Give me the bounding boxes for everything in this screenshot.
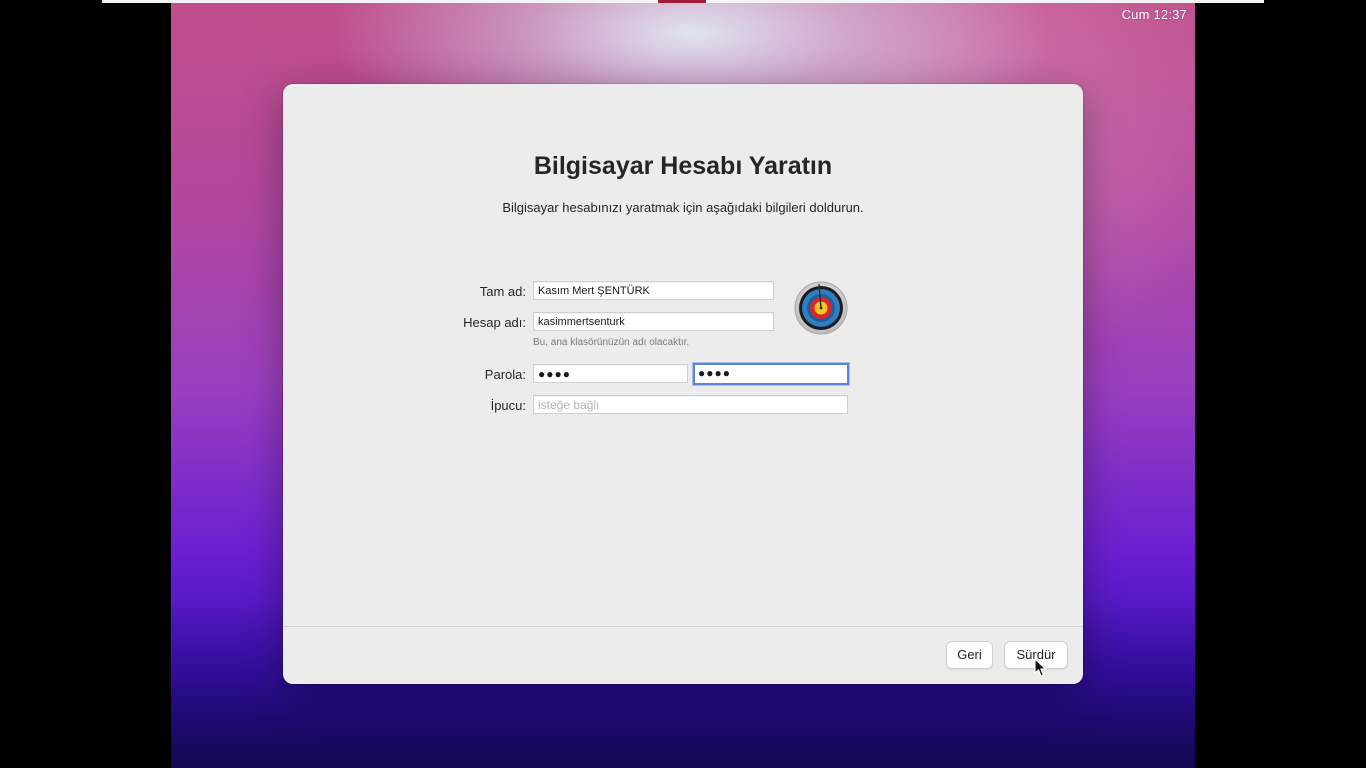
avatar-image (794, 281, 848, 335)
mouse-cursor-icon (1034, 658, 1047, 677)
setup-dialog: Bilgisayar Hesabı Yaratın Bilgisayar hes… (283, 84, 1083, 684)
hint-field[interactable]: isteğe bağlı (533, 395, 848, 414)
account-name-field[interactable]: kasimmertsenturk (533, 312, 774, 331)
password-label: Parola: (484, 367, 526, 382)
menu-bar-clock[interactable]: Cum 12:37 (1122, 7, 1187, 22)
account-name-hint: Bu, ana klasörünüzün adı olacaktır. (533, 337, 690, 348)
back-button[interactable]: Geri (946, 641, 993, 669)
screen: Cum 12:37 Bilgisayar Hesabı Yaratın Bilg… (0, 0, 1366, 768)
archery-target-icon[interactable] (794, 281, 848, 335)
hint-label: İpucu: (490, 398, 526, 413)
account-name-label: Hesap adı: (463, 315, 526, 330)
full-name-label: Tam ad: (479, 284, 526, 299)
password-field[interactable]: ●●●● (533, 364, 688, 383)
page-subtitle: Bilgisayar hesabınızı yaratmak için aşağ… (502, 200, 864, 215)
full-name-field[interactable]: Kasım Mert ŞENTÜRK (533, 281, 774, 300)
password-verify-field[interactable]: ●●●● (693, 363, 849, 385)
footer-divider (283, 626, 1083, 627)
page-title: Bilgisayar Hesabı Yaratın (533, 152, 833, 180)
